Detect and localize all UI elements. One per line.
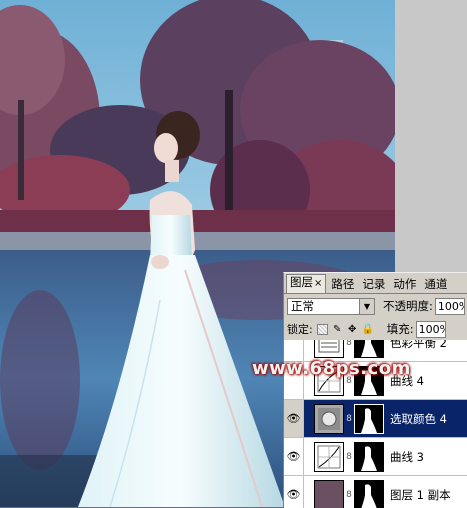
panel-tabs: 图层× 路径 记录 动作 通道 bbox=[284, 273, 467, 294]
layer-mask[interactable] bbox=[354, 340, 384, 358]
fill-input[interactable]: 100% bbox=[416, 321, 446, 338]
layers-panel: 图层× 路径 记录 动作 通道 正常 ▼ 不透明度: 100% 锁定: ✎ ✥ … bbox=[283, 272, 467, 507]
layer-mask[interactable] bbox=[354, 404, 384, 434]
lock-all-icon[interactable]: 🔒 bbox=[362, 324, 373, 335]
link-icon[interactable]: 8 bbox=[344, 490, 354, 500]
eye-icon[interactable]: 👁 bbox=[284, 476, 304, 508]
layer-row-selected[interactable]: 👁 8 选取颜色 4 bbox=[284, 400, 467, 438]
tab-paths-label: 路径 bbox=[331, 277, 354, 291]
link-icon[interactable]: 8 bbox=[344, 452, 354, 462]
tab-layers[interactable]: 图层× bbox=[286, 274, 326, 293]
tab-channels-label: 通道 bbox=[424, 277, 447, 291]
tab-paths[interactable]: 路径 bbox=[328, 277, 357, 293]
blend-mode-value: 正常 bbox=[291, 298, 314, 314]
eye-icon[interactable]: 👁 bbox=[284, 400, 304, 437]
balance-icon bbox=[314, 340, 344, 358]
layer-name: 曲线 3 bbox=[390, 449, 424, 465]
lock-brush-icon[interactable]: ✎ bbox=[332, 324, 343, 335]
tab-channels[interactable]: 通道 bbox=[421, 277, 450, 293]
lock-move-icon[interactable]: ✥ bbox=[347, 324, 358, 335]
workspace-background bbox=[395, 0, 467, 272]
lock-icons: ✎ ✥ 🔒 bbox=[317, 324, 373, 335]
chevron-down-icon[interactable]: ▼ bbox=[359, 299, 374, 314]
selective-color-icon bbox=[314, 404, 344, 434]
lock-transparency-icon[interactable] bbox=[317, 324, 328, 335]
layer-name: 图层 1 副本 bbox=[390, 487, 451, 503]
layer-mask[interactable] bbox=[354, 442, 384, 472]
link-icon[interactable]: 8 bbox=[344, 340, 354, 348]
fill-label: 填充: bbox=[387, 321, 414, 337]
layer-mask[interactable] bbox=[354, 480, 384, 508]
tab-actions[interactable]: 动作 bbox=[390, 277, 419, 293]
blend-mode-select[interactable]: 正常 ▼ bbox=[287, 298, 375, 315]
layer-row[interactable]: 👁 8 图层 1 副本 bbox=[284, 476, 467, 508]
lock-label: 锁定: bbox=[287, 321, 313, 337]
blend-row: 正常 ▼ 不透明度: 100% bbox=[284, 294, 467, 318]
tab-actions-label: 动作 bbox=[393, 277, 416, 291]
layer-name: 选取颜色 4 bbox=[390, 411, 447, 427]
layer-name: 色彩平衡 2 bbox=[390, 340, 447, 351]
watermark-text: www.68ps.com bbox=[252, 358, 411, 379]
layer-row[interactable]: 👁 8 曲线 3 bbox=[284, 438, 467, 476]
eye-icon[interactable]: 👁 bbox=[284, 438, 304, 475]
close-icon[interactable]: × bbox=[314, 278, 322, 289]
tab-history[interactable]: 记录 bbox=[359, 277, 388, 293]
opacity-label: 不透明度: bbox=[383, 298, 433, 314]
link-icon[interactable]: 8 bbox=[344, 414, 354, 424]
photo-thumb bbox=[314, 480, 344, 508]
tab-layers-label: 图层 bbox=[290, 275, 313, 289]
opacity-input[interactable]: 100% bbox=[435, 298, 465, 315]
tab-history-label: 记录 bbox=[362, 277, 385, 291]
lock-row: 锁定: ✎ ✥ 🔒 填充: 100% bbox=[284, 318, 467, 341]
curves-icon bbox=[314, 442, 344, 472]
